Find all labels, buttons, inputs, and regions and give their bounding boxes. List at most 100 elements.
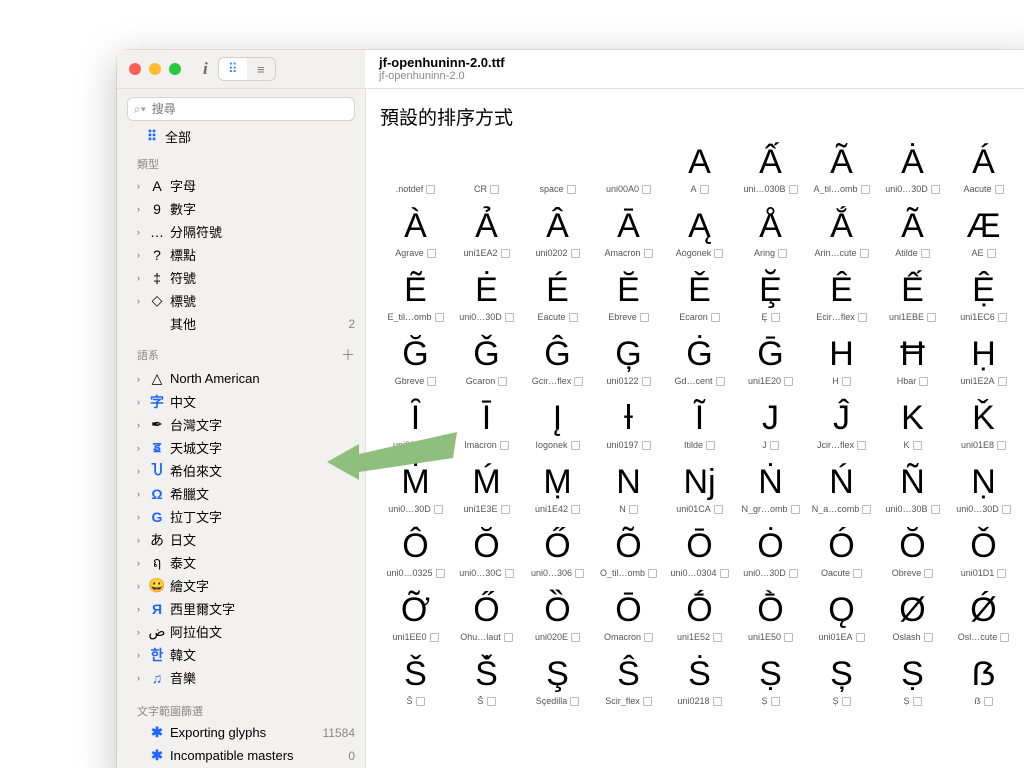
glyph-cell[interactable]: NN <box>596 460 661 514</box>
glyph-cell[interactable]: Ɨuni0197 <box>596 396 661 450</box>
glyph-cell[interactable]: ĴJcir…flex <box>809 396 874 450</box>
disclosure-icon[interactable]: › <box>137 181 145 191</box>
script-row-0[interactable]: ›△North American <box>117 367 365 390</box>
glyph-cell[interactable]: Ǒuni01D1 <box>951 524 1016 578</box>
script-row-4[interactable]: ›Ⴎ希伯來文 <box>117 459 365 482</box>
glyph-cell[interactable]: ḜȨ <box>738 268 803 322</box>
disclosure-icon[interactable]: › <box>137 558 145 568</box>
glyph-cell[interactable]: ȘȘ <box>809 652 874 706</box>
glyph-cell[interactable]: Ôuni0…0325 <box>383 524 448 578</box>
disclosure-icon[interactable]: › <box>137 512 145 522</box>
glyph-cell[interactable]: Ảuni1EA2 <box>454 204 519 258</box>
script-row-9[interactable]: ›😀繪文字 <box>117 574 365 597</box>
disclosure-icon[interactable]: › <box>137 489 145 499</box>
glyph-cell[interactable]: ÁAacute <box>951 140 1016 194</box>
glyph-cell[interactable]: Ñuni0…30B <box>880 460 945 514</box>
script-row-3[interactable]: ›ॾ天城文字 <box>117 436 365 459</box>
glyph-cell[interactable]: Ȋuni020A <box>383 396 448 450</box>
glyph-cell[interactable]: uni00A0 <box>596 140 661 194</box>
glyph-cell[interactable]: Ệuni1EC6 <box>951 268 1016 322</box>
script-row-11[interactable]: ›ض阿拉伯文 <box>117 620 365 643</box>
disclosure-icon[interactable]: › <box>137 581 145 591</box>
disclosure-icon[interactable]: › <box>137 604 145 614</box>
glyph-cell[interactable]: ṢṢ <box>880 652 945 706</box>
filter-row-1[interactable]: ✱Incompatible masters0 <box>117 744 365 767</box>
disclosure-icon[interactable]: › <box>137 420 145 430</box>
type-row-3[interactable]: ›?標點 <box>117 243 365 266</box>
glyph-cell[interactable]: ǾOsl…cute <box>951 588 1016 642</box>
glyph-cell[interactable]: ĪImacron <box>454 396 519 450</box>
filter-row-0[interactable]: ✱Exporting glyphs11584 <box>117 721 365 744</box>
glyph-cell[interactable]: KK <box>880 396 945 450</box>
glyph-cell[interactable]: Ếuni1EBE <box>880 268 945 322</box>
close-icon[interactable] <box>129 63 141 75</box>
script-row-1[interactable]: ›字中文 <box>117 390 365 413</box>
disclosure-icon[interactable]: › <box>137 673 145 683</box>
glyph-cell[interactable]: Ǫuni01EA <box>809 588 874 642</box>
glyph-cell[interactable]: ĦHbar <box>880 332 945 386</box>
glyph-cell[interactable]: ÃA_til…omb <box>809 140 874 194</box>
type-row-1[interactable]: ›9數字 <box>117 197 365 220</box>
search-field[interactable]: ⌕▾ <box>127 97 355 121</box>
glyph-cell[interactable]: ÀAgrave <box>383 204 448 258</box>
glyph-cell[interactable]: Ȯuni0…30D <box>738 524 803 578</box>
glyph-cell[interactable]: ŐOhu…laut <box>454 588 519 642</box>
glyph-cell[interactable]: ĀAmacron <box>596 204 661 258</box>
disclosure-icon[interactable]: › <box>137 273 145 283</box>
glyph-cell[interactable]: Ȧuni0…30D <box>880 140 945 194</box>
glyph-cell[interactable]: JJ <box>738 396 803 450</box>
info-button[interactable]: i <box>193 59 218 79</box>
view-mode-toggle[interactable]: ⠿ ≡ <box>218 57 276 81</box>
glyph-cell[interactable]: space <box>525 140 590 194</box>
glyph-cell[interactable]: ĔEbreve <box>596 268 661 322</box>
glyph-cell[interactable]: ẞẞ <box>951 652 1016 706</box>
glyph-cell[interactable]: ŞSçedilla <box>525 652 590 706</box>
traffic-lights[interactable] <box>117 63 193 75</box>
glyph-cell[interactable]: HH <box>809 332 874 386</box>
type-row-2[interactable]: ›…分隔符號 <box>117 220 365 243</box>
glyph-cell[interactable]: ØOslash <box>880 588 945 642</box>
script-row-7[interactable]: ›あ日文 <box>117 528 365 551</box>
script-row-10[interactable]: ›Я西里爾文字 <box>117 597 365 620</box>
glyph-cell[interactable]: ṄN_gr…omb <box>738 460 803 514</box>
type-row-5[interactable]: ›◇標號 <box>117 289 365 312</box>
glyph-cell[interactable]: ŎObreve <box>880 524 945 578</box>
script-row-2[interactable]: ›✒台灣文字 <box>117 413 365 436</box>
glyph-cell[interactable]: Ṃuni1E42 <box>525 460 590 514</box>
glyph-cell[interactable]: ĞGbreve <box>383 332 448 386</box>
glyph-cell[interactable]: ŠŠ <box>383 652 448 706</box>
glyph-cell[interactable]: ÕO_til…omb <box>596 524 661 578</box>
script-row-6[interactable]: ›G拉丁文字 <box>117 505 365 528</box>
glyph-cell[interactable]: ĮIogonek <box>525 396 590 450</box>
script-row-12[interactable]: ›한韓文 <box>117 643 365 666</box>
grid-view-icon[interactable]: ⠿ <box>219 58 247 80</box>
script-row-8[interactable]: ›ฤ泰文 <box>117 551 365 574</box>
glyph-cell[interactable]: ŜScir_flex <box>596 652 661 706</box>
glyph-cell[interactable]: ǦGcaron <box>454 332 519 386</box>
glyph-cell[interactable]: ĜGcir…flex <box>525 332 590 386</box>
sidebar-item-all[interactable]: ⠿ 全部 <box>117 127 365 146</box>
glyph-cell[interactable]: Ṑuni1E50 <box>738 588 803 642</box>
glyph-cell[interactable]: ÆAE <box>951 204 1016 258</box>
glyph-cell[interactable]: Ȍuni020E <box>525 588 590 642</box>
glyph-cell[interactable]: ẼE_til…omb <box>383 268 448 322</box>
glyph-cell[interactable]: Ấuni…030B <box>738 140 803 194</box>
glyph-cell[interactable]: ÊEcir…flex <box>809 268 874 322</box>
glyph-cell[interactable]: Ḥuni1E2A <box>951 332 1016 386</box>
glyph-cell[interactable]: Ṇuni0…30D <box>951 460 1016 514</box>
glyph-cell[interactable]: ŌOmacron <box>596 588 661 642</box>
script-row-5[interactable]: ›Ω希臘文 <box>117 482 365 505</box>
disclosure-icon[interactable]: › <box>137 443 145 453</box>
glyph-cell[interactable]: .notdef <box>383 140 448 194</box>
disclosure-icon[interactable]: › <box>137 397 145 407</box>
glyph-cell[interactable]: Ṡ̌Ṡ̌ <box>454 652 519 706</box>
glyph-cell[interactable]: ÓOacute <box>809 524 874 578</box>
glyph-cell[interactable]: CR <box>454 140 519 194</box>
search-input[interactable] <box>150 101 348 117</box>
type-row-6[interactable]: 其他2 <box>117 312 365 335</box>
glyph-cell[interactable]: Ǩuni01E8 <box>951 396 1016 450</box>
glyph-cell[interactable]: Őuni0…306 <box>525 524 590 578</box>
glyph-cell[interactable]: Ṁuni0…30D <box>383 460 448 514</box>
disclosure-icon[interactable]: › <box>137 296 145 306</box>
disclosure-icon[interactable]: › <box>137 535 145 545</box>
